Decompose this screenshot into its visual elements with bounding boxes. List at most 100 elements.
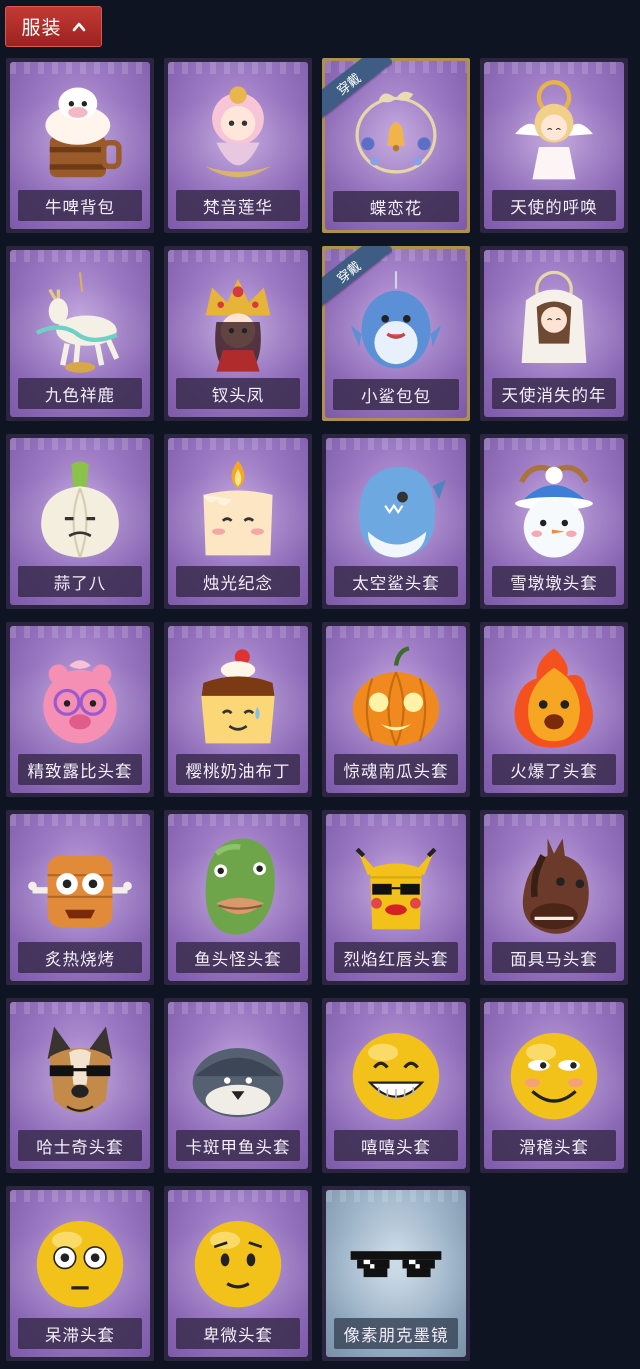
outfit-card-panel: 牛啤背包 <box>10 62 150 229</box>
outfit-card-panel: 樱桃奶油布丁 <box>168 626 308 793</box>
outfit-card-panel: 精致露比头套 <box>10 626 150 793</box>
outfit-card-label: 天使的呼唤 <box>492 190 616 221</box>
outfit-card[interactable]: 太空鲨头套 <box>322 434 470 609</box>
outfit-card[interactable]: 天使消失的年 <box>480 246 628 421</box>
husky-head-icon <box>47 1026 113 1113</box>
outfit-card[interactable]: 烛光纪念 <box>164 434 312 609</box>
outfit-card-panel: 钗头凤 <box>168 250 308 417</box>
outfit-card-panel: 嘻嘻头套 <box>326 1002 466 1169</box>
outfit-card[interactable]: 钗头凤 <box>164 246 312 421</box>
bbq-head-icon <box>28 855 132 928</box>
deer-icon <box>35 272 120 373</box>
outfit-card[interactable]: 惊魂南瓜头套 <box>322 622 470 797</box>
outfit-card[interactable]: 蒜了八 <box>6 434 154 609</box>
outfit-card-label: 九色祥鹿 <box>18 378 142 409</box>
outfit-card-label: 蝶恋花 <box>333 191 459 222</box>
outfit-card[interactable]: 哈士奇头套 <box>6 998 154 1173</box>
chevron-up-icon <box>72 22 85 31</box>
outfit-card-label: 钗头凤 <box>176 378 300 409</box>
outfit-card[interactable]: 嘻嘻头套 <box>322 998 470 1173</box>
outfit-card-panel: 烈焰红唇头套 <box>326 814 466 981</box>
equipped-badge: 穿戴 <box>322 58 392 128</box>
outfit-card[interactable]: 雪墩墩头套 <box>480 434 628 609</box>
outfit-header-label: 服装 <box>21 17 62 39</box>
outfit-card[interactable]: 火爆了头套 <box>480 622 628 797</box>
outfit-card-panel: 天使的呼唤 <box>484 62 624 229</box>
outfit-card-panel: 像素朋克墨镜 <box>326 1190 466 1357</box>
cow-beer-backpack-icon <box>45 87 122 178</box>
outfit-card[interactable]: 滑稽头套 <box>480 998 628 1173</box>
outfit-card[interactable]: 炙热烧烤 <box>6 810 154 985</box>
outfit-card-label: 像素朋克墨镜 <box>334 1318 458 1349</box>
outfit-card[interactable]: 烈焰红唇头套 <box>322 810 470 985</box>
outfit-card[interactable]: 精致露比头套 <box>6 622 154 797</box>
outfit-card[interactable]: 卡斑甲鱼头套 <box>164 998 312 1173</box>
outfit-card-panel: 天使消失的年 <box>484 250 624 417</box>
fire-head-icon <box>514 648 594 748</box>
outfit-card-panel: 九色祥鹿 <box>10 250 150 417</box>
humble-emoji-head-icon <box>194 1220 282 1308</box>
outfit-card-panel: 太空鲨头套 <box>326 438 466 605</box>
outfit-card-label: 火爆了头套 <box>492 754 616 785</box>
outfit-collapse-button[interactable]: 服装 <box>5 6 102 47</box>
outfit-card-label: 烈焰红唇头套 <box>334 942 458 973</box>
outfit-card-panel: 面具马头套 <box>484 814 624 981</box>
outfit-card-label: 呆滞头套 <box>18 1318 142 1349</box>
candle-head-icon <box>203 460 273 556</box>
outfit-card-label: 雪墩墩头套 <box>492 566 616 597</box>
outfit-card[interactable]: 天使的呼唤 <box>480 58 628 233</box>
funny-emoji-head-icon <box>510 1032 598 1120</box>
loopy-head-icon <box>43 660 117 744</box>
outfit-card-label: 卑微头套 <box>176 1318 300 1349</box>
dazed-emoji-head-icon <box>36 1220 124 1308</box>
outfit-card-label: 嘻嘻头套 <box>334 1130 458 1161</box>
space-shark-head-icon <box>359 466 446 558</box>
outfit-card[interactable]: 蝶恋花 穿戴 <box>322 58 470 233</box>
lotus-spirit-icon <box>205 86 271 178</box>
outfit-card-panel: 卑微头套 <box>168 1190 308 1357</box>
outfit-card-label: 惊魂南瓜头套 <box>334 754 458 785</box>
outfit-card-label: 牛啤背包 <box>18 190 142 221</box>
outfit-card-label: 精致露比头套 <box>18 754 142 785</box>
outfit-card-label: 蒜了八 <box>18 566 142 597</box>
outfit-card-label: 天使消失的年 <box>492 378 616 409</box>
equipped-badge: 穿戴 <box>322 246 392 316</box>
outfit-card[interactable]: 鱼头怪头套 <box>164 810 312 985</box>
outfit-card[interactable]: 像素朋克墨镜 <box>322 1186 470 1361</box>
outfit-card-panel: 蒜了八 <box>10 438 150 605</box>
outfit-card-label: 梵音莲华 <box>176 190 300 221</box>
outfit-card-panel: 鱼头怪头套 <box>168 814 308 981</box>
outfit-card-label: 卡斑甲鱼头套 <box>176 1130 300 1161</box>
outfit-card-panel: 火爆了头套 <box>484 626 624 793</box>
outfit-card-label: 太空鲨头套 <box>334 566 458 597</box>
outfit-card[interactable]: 呆滞头套 <box>6 1186 154 1361</box>
pixel-sunglasses-icon <box>350 1251 442 1278</box>
equipped-badge-label: 穿戴 <box>322 58 392 122</box>
phoenix-crown-icon <box>205 278 271 372</box>
outfit-card-panel: 卡斑甲鱼头套 <box>168 1002 308 1169</box>
outfit-card-label: 炙热烧烤 <box>18 942 142 973</box>
veiled-angel-icon <box>521 270 587 364</box>
angel-doll-icon <box>515 80 593 180</box>
outfit-card-panel: 呆滞头套 <box>10 1190 150 1357</box>
outfit-card-label: 滑稽头套 <box>492 1130 616 1161</box>
outfit-card-panel: 梵音莲华 <box>168 62 308 229</box>
equipped-badge-label: 穿戴 <box>322 246 392 310</box>
outfit-card-label: 烛光纪念 <box>176 566 300 597</box>
outfit-card-label: 樱桃奶油布丁 <box>176 754 300 785</box>
pudding-head-icon <box>201 649 275 744</box>
horse-head-icon <box>522 838 589 934</box>
outfit-card[interactable]: 梵音莲华 <box>164 58 312 233</box>
turtle-head-icon <box>192 1048 284 1118</box>
outfit-card-panel: 惊魂南瓜头套 <box>326 626 466 793</box>
outfit-card[interactable]: 樱桃奶油布丁 <box>164 622 312 797</box>
outfit-card-panel: 滑稽头套 <box>484 1002 624 1169</box>
outfit-card[interactable]: 卑微头套 <box>164 1186 312 1361</box>
outfit-card-panel: 炙热烧烤 <box>10 814 150 981</box>
outfit-card[interactable]: 小鲨包包 穿戴 <box>322 246 470 421</box>
outfit-card[interactable]: 九色祥鹿 <box>6 246 154 421</box>
outfit-card[interactable]: 面具马头套 <box>480 810 628 985</box>
outfit-card[interactable]: 牛啤背包 <box>6 58 154 233</box>
outfit-card-label: 面具马头套 <box>492 942 616 973</box>
outfit-card-label: 鱼头怪头套 <box>176 942 300 973</box>
